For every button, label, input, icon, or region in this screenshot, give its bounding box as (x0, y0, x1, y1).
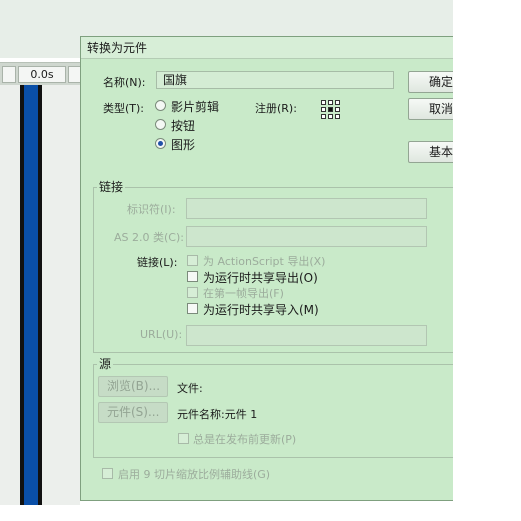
export-first-frame-checkbox[interactable] (187, 287, 198, 298)
import-runtime-sharing-checkbox[interactable] (187, 303, 198, 314)
export-runtime-sharing-label: 为运行时共享导出(O) (203, 271, 318, 285)
symbol-name-label: 元件名称:元件 1 (177, 408, 258, 421)
url-label: URL(U): (140, 328, 183, 341)
reg-point[interactable] (328, 100, 333, 105)
stage-area (0, 85, 20, 505)
radio-movie-clip[interactable] (155, 100, 166, 111)
basic-button[interactable]: 基本 (408, 141, 453, 163)
linkage-group-title: 链接 (97, 178, 126, 195)
identifier-label: 标识符(I): (127, 203, 176, 216)
cancel-button[interactable]: 取消 (408, 98, 453, 120)
linkage-label: 链接(L): (137, 256, 178, 269)
as2-class-label: AS 2.0 类(C): (114, 231, 184, 244)
stage-area (42, 85, 80, 505)
identifier-input[interactable] (186, 198, 427, 219)
import-runtime-sharing-label: 为运行时共享导入(M) (203, 303, 319, 317)
export-actionscript-checkbox[interactable] (187, 255, 198, 266)
timeline-bar: 0.0s (0, 62, 82, 86)
always-update-checkbox[interactable] (178, 433, 189, 444)
radio-graphic-label: 图形 (171, 138, 196, 152)
reg-point[interactable] (321, 107, 326, 112)
reg-point-selected[interactable] (328, 107, 333, 112)
reg-point[interactable] (328, 114, 333, 119)
enable-9slice-checkbox[interactable] (102, 468, 113, 479)
reg-point[interactable] (321, 114, 326, 119)
export-first-frame-label: 在第一帧导出(F) (203, 287, 284, 300)
page-margin (453, 0, 521, 521)
symbol-button[interactable]: 元件(S)... (98, 402, 168, 423)
convert-to-symbol-dialog: 转换为元件 名称(N): 国旗 类型(T): 影片剪辑 按钮 图形 注册(R):… (80, 36, 453, 501)
type-label: 类型(T): (103, 102, 145, 115)
reg-point[interactable] (321, 100, 326, 105)
radio-graphic[interactable] (155, 138, 166, 149)
enable-9slice-label: 启用 9 切片缩放比例辅助线(G) (118, 468, 271, 481)
dialog-title: 转换为元件 (81, 37, 453, 59)
export-actionscript-label: 为 ActionScript 导出(X) (203, 255, 326, 268)
source-group-title: 源 (97, 355, 114, 372)
export-runtime-sharing-checkbox[interactable] (187, 271, 198, 282)
radio-button-label: 按钮 (171, 119, 196, 133)
always-update-label: 总是在发布前更新(P) (193, 433, 297, 446)
name-label: 名称(N): (103, 76, 146, 89)
reg-point[interactable] (335, 107, 340, 112)
as2-class-input[interactable] (186, 226, 427, 247)
reg-point[interactable] (335, 114, 340, 119)
name-input[interactable]: 国旗 (156, 71, 394, 89)
stage-scrollbar[interactable] (24, 85, 38, 505)
file-label: 文件: (177, 382, 203, 395)
registration-grid-icon[interactable] (321, 100, 341, 120)
ok-button[interactable]: 确定 (408, 71, 453, 93)
radio-button[interactable] (155, 119, 166, 130)
radio-movie-clip-label: 影片剪辑 (171, 100, 220, 114)
url-input[interactable] (186, 325, 427, 346)
timeline-cell (2, 66, 16, 83)
timeline-time: 0.0s (18, 66, 66, 83)
browse-button[interactable]: 浏览(B)... (98, 376, 168, 397)
registration-label: 注册(R): (255, 102, 297, 115)
reg-point[interactable] (335, 100, 340, 105)
